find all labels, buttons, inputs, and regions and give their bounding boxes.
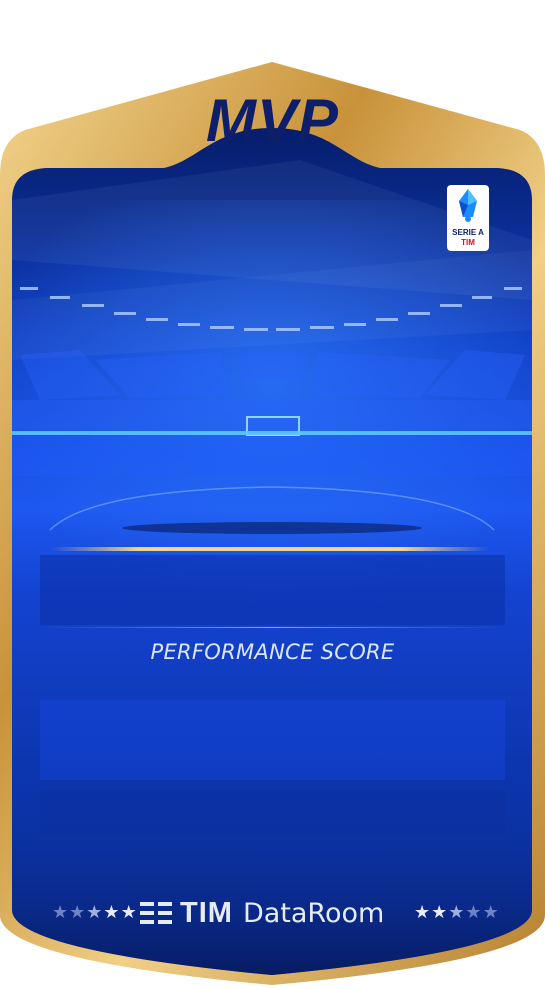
performance-score-label: PERFORMANCE SCORE <box>150 640 395 664</box>
serie-a-label: SERIE A <box>452 228 484 237</box>
tim-dataroom-brand: TIM DataRoom <box>140 893 410 933</box>
stadium-illustration <box>12 160 532 975</box>
mvp-card: MVP SERIE A TIM PERFORMANCE SCORE ★★★★★ … <box>0 0 545 985</box>
serie-a-sponsor: TIM <box>461 238 475 247</box>
gold-divider <box>50 547 490 551</box>
serie-a-badge: SERIE A TIM <box>447 185 489 251</box>
serie-a-logo-icon <box>459 189 477 222</box>
stars-right-decoration: ★★★★★ <box>414 902 500 923</box>
stars-left-decoration: ★★★★★ <box>52 902 138 923</box>
tim-bars-icon <box>140 902 172 924</box>
tim-logo-text: TIM <box>180 896 233 929</box>
card-title: MVP <box>205 87 340 154</box>
dataroom-label: DataRoom <box>242 897 385 929</box>
